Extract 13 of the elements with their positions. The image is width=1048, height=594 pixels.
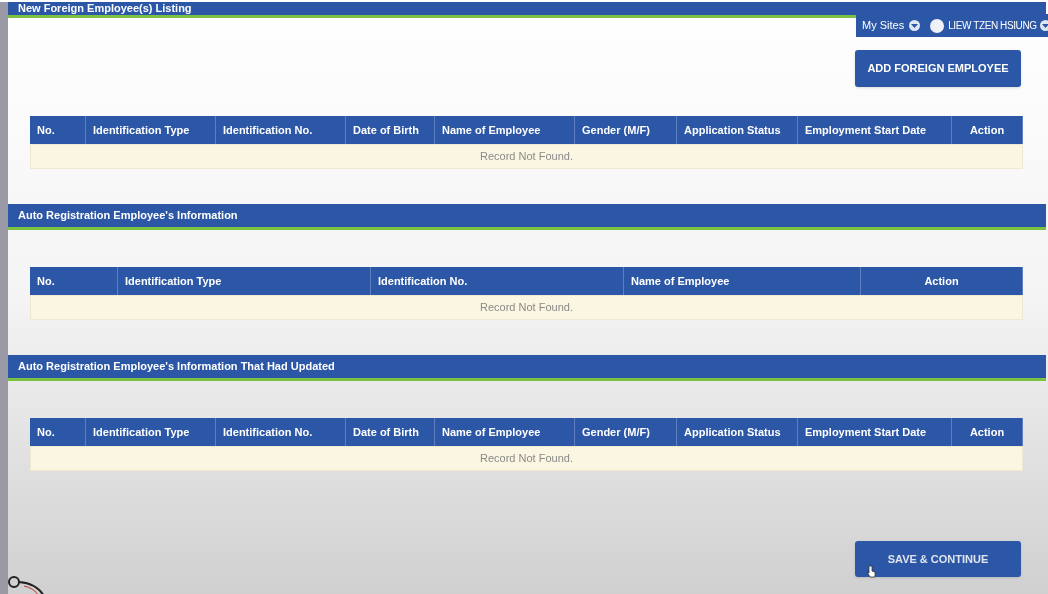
cursor-icon	[866, 565, 876, 578]
empty-message: Record Not Found.	[480, 149, 573, 165]
my-sites-menu[interactable]: My Sites	[862, 17, 921, 34]
caret-icon	[909, 20, 921, 31]
empty-message: Record Not Found.	[480, 300, 573, 316]
add-foreign-employee-button[interactable]: ADD FOREIGN EMPLOYEE	[855, 50, 1021, 87]
avatar-icon	[930, 18, 945, 33]
section-title: Auto Registration Employee's Information That Had Updated	[18, 359, 335, 375]
save-continue-button[interactable]: SAVE & CONTINUE	[855, 541, 1021, 577]
page-title: New Foreign Employee(s) Listing	[18, 3, 192, 14]
user-menu[interactable]: LIEW TZEN HSIUNG	[948, 18, 1048, 33]
section-title: Auto Registration Employee's Information	[18, 208, 238, 224]
empty-message: Record Not Found.	[480, 451, 573, 467]
